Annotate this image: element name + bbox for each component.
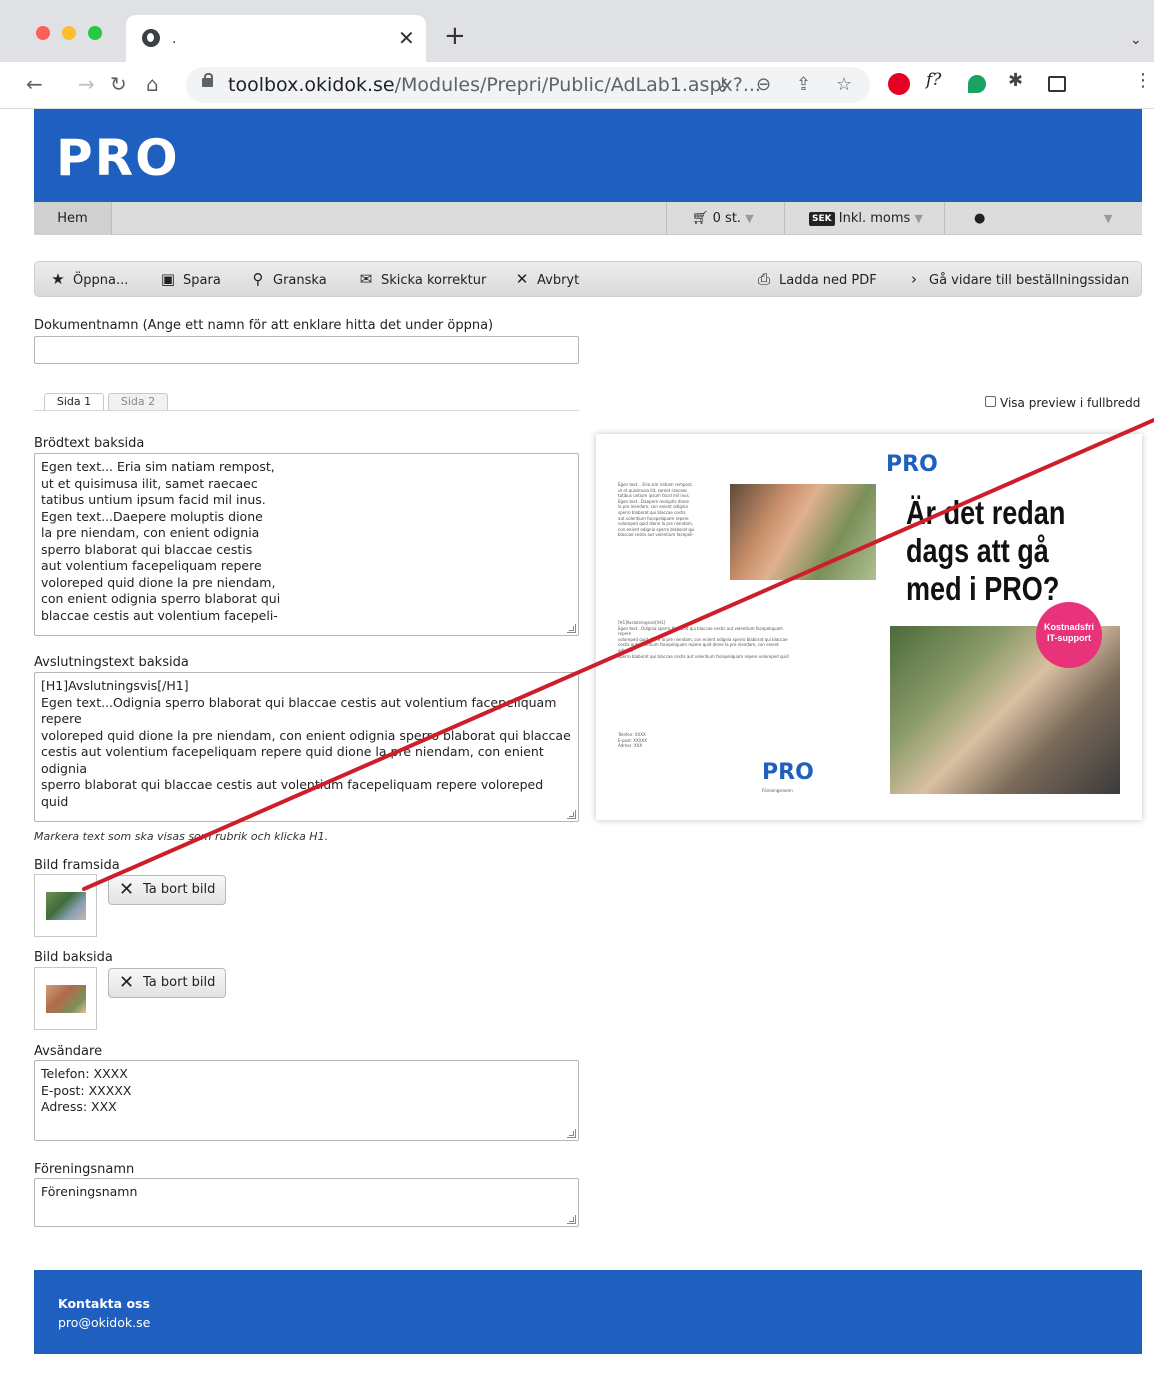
sidepanel-icon[interactable] bbox=[1048, 76, 1066, 92]
tab-page-2[interactable]: Sida 2 bbox=[108, 393, 168, 411]
site-header: PRO bbox=[34, 109, 1142, 202]
back-image-label: Bild baksida bbox=[34, 950, 113, 965]
magnifier-icon: ⚲ bbox=[252, 270, 264, 288]
url-text: toolbox.okidok.se/Modules/Prepri/Public/… bbox=[228, 74, 761, 96]
close-icon: ✕ bbox=[119, 879, 135, 900]
user-icon: ● bbox=[974, 211, 986, 226]
back-image-thumbnail[interactable] bbox=[34, 967, 97, 1030]
user-menu[interactable]: ● ▼ bbox=[974, 202, 1114, 235]
sender-label: Avsändare bbox=[34, 1044, 103, 1059]
share-icon[interactable]: ⇪ bbox=[796, 74, 811, 95]
pdf-icon: ⎙ bbox=[757, 270, 770, 288]
extensions-puzzle-icon[interactable]: ✱ bbox=[1008, 70, 1030, 92]
currency-badge: SEK bbox=[809, 212, 835, 226]
front-image-label: Bild framsida bbox=[34, 858, 120, 873]
resize-handle[interactable] bbox=[567, 810, 576, 819]
pinterest-icon[interactable] bbox=[888, 73, 910, 95]
preview-logo-bottom: PRO bbox=[762, 760, 814, 785]
key-icon[interactable]: ⚷ bbox=[716, 74, 729, 95]
body-text-area[interactable]: Egen text... Eria sim natiam rempost, ut… bbox=[34, 453, 579, 636]
new-tab-button[interactable]: + bbox=[444, 23, 466, 49]
doc-name-input[interactable] bbox=[34, 336, 579, 364]
go-to-order-button[interactable]: › Gå vidare till beställningssidan bbox=[905, 262, 1129, 296]
preview-back-photo bbox=[730, 484, 876, 580]
preview-sender-text: Telefon: XXXX E-post: XXXXX Adress: XXX bbox=[618, 732, 647, 749]
address-bar[interactable]: toolbox.okidok.se/Modules/Prepri/Public/… bbox=[186, 67, 870, 103]
pro-logo[interactable]: PRO bbox=[56, 129, 180, 187]
back-icon[interactable]: ← bbox=[26, 72, 43, 96]
action-bar: ★ Öppna... ▣ Spara ⚲ Granska ✉ Skicka korrek… bbox=[34, 261, 1142, 297]
sender-text-area[interactable]: Telefon: XXXX E-post: XXXXX Adress: XXX bbox=[34, 1060, 579, 1141]
globe-icon bbox=[142, 29, 160, 47]
site-footer: Kontakta oss pro@okidok.se bbox=[34, 1270, 1142, 1354]
window-close-button[interactable] bbox=[36, 26, 50, 40]
window-minimize-button[interactable] bbox=[62, 26, 76, 40]
star-icon: ★ bbox=[51, 270, 65, 288]
lock-icon bbox=[202, 73, 213, 87]
front-image-photo bbox=[46, 892, 86, 920]
reload-icon[interactable]: ↻ bbox=[110, 72, 127, 96]
preview-fullwidth-checkbox[interactable] bbox=[985, 396, 996, 407]
download-pdf-button[interactable]: ⎙ Ladda ned PDF bbox=[755, 262, 877, 296]
footer-heading: Kontakta oss bbox=[58, 1296, 150, 1311]
floppy-icon: ▣ bbox=[160, 270, 176, 288]
resize-handle[interactable] bbox=[567, 1215, 576, 1224]
close-icon[interactable]: ✕ bbox=[398, 26, 415, 50]
envelope-icon: ✉ bbox=[359, 270, 373, 288]
resize-handle[interactable] bbox=[567, 1129, 576, 1138]
preview-logo-top: PRO bbox=[886, 452, 938, 477]
doc-name-label: Dokumentnamn (Ange ett namn för att enkl… bbox=[34, 318, 494, 333]
h1-hint: Markera text som ska visas som rubrik oc… bbox=[34, 830, 329, 843]
review-button[interactable]: ⚲ Granska bbox=[249, 262, 327, 296]
front-image-thumbnail[interactable] bbox=[34, 874, 97, 937]
menu-home[interactable]: Hem bbox=[34, 202, 111, 235]
forward-icon[interactable]: → bbox=[78, 72, 95, 96]
cart-menu[interactable]: 🛒︎ 0 st. ▼ bbox=[692, 202, 754, 235]
main-menu: Hem 🛒︎ 0 st. ▼ SEK Inkl. moms ▼ ● ▼ bbox=[34, 202, 1142, 235]
remove-back-image-button[interactable]: ✕ Ta bort bild bbox=[108, 968, 226, 998]
browser-tab[interactable]: . ✕ bbox=[126, 15, 426, 62]
browser-tab-strip: . ✕ + ⌄ bbox=[0, 0, 1154, 62]
close-icon: ✕ bbox=[515, 270, 529, 288]
remove-front-image-button[interactable]: ✕ Ta bort bild bbox=[108, 875, 226, 905]
preview-headline: Är det redan dags att gå med i PRO? bbox=[906, 494, 1066, 607]
chevron-right-icon: › bbox=[911, 270, 917, 288]
send-proof-button[interactable]: ✉ Skicka korrektur bbox=[357, 262, 487, 296]
tab-page-1[interactable]: Sida 1 bbox=[44, 393, 104, 411]
dropdown-arrow-icon: ▼ bbox=[1104, 212, 1113, 225]
footer-email-link[interactable]: pro@okidok.se bbox=[58, 1315, 150, 1330]
kebab-menu-icon[interactable]: ⋮ bbox=[1134, 70, 1154, 92]
grammarly-icon[interactable] bbox=[968, 75, 986, 93]
print-preview: Egen text... Eria sim natiam rempost, ut… bbox=[596, 434, 1142, 820]
open-button[interactable]: ★ Öppna... bbox=[49, 262, 128, 296]
closing-text-area[interactable]: [H1]Avslutningsvis[/H1] Egen text...Odig… bbox=[34, 672, 579, 822]
preview-body-text: Egen text... Eria sim natiam rempost, ut… bbox=[618, 482, 695, 538]
bookmark-star-icon[interactable]: ☆ bbox=[836, 74, 852, 95]
closing-text-label: Avslutningstext baksida bbox=[34, 655, 189, 670]
close-icon: ✕ bbox=[119, 972, 135, 993]
cart-icon: 🛒︎ bbox=[692, 211, 709, 226]
formula-extension-icon[interactable]: f? bbox=[926, 70, 948, 92]
back-image-photo bbox=[46, 985, 86, 1013]
resize-handle[interactable] bbox=[567, 624, 576, 633]
preview-badge: Kostnadsfri IT-support bbox=[1036, 602, 1102, 668]
home-icon[interactable]: ⌂ bbox=[146, 72, 159, 96]
cancel-button[interactable]: ✕ Avbryt bbox=[513, 262, 580, 296]
preview-closing-text: [H1]Avslutningsvis[/H1] Egen text...Odig… bbox=[618, 620, 789, 659]
dropdown-arrow-icon: ▼ bbox=[745, 212, 754, 225]
zoom-icon[interactable]: ⊖ bbox=[756, 74, 771, 95]
association-text-area[interactable]: Föreningsnamn bbox=[34, 1178, 579, 1227]
body-text-label: Brödtext baksida bbox=[34, 436, 145, 451]
dropdown-arrow-icon: ▼ bbox=[914, 212, 923, 225]
window-zoom-button[interactable] bbox=[88, 26, 102, 40]
tab-title: . bbox=[172, 31, 177, 47]
preview-association: Föreningsnamn bbox=[762, 788, 793, 793]
preview-fullwidth-label: Visa preview i fullbredd bbox=[1000, 396, 1141, 410]
browser-toolbar: ← → ↻ ⌂ toolbox.okidok.se/Modules/Prepri… bbox=[0, 62, 1154, 109]
vat-menu[interactable]: SEK Inkl. moms ▼ bbox=[809, 202, 923, 235]
association-label: Föreningsnamn bbox=[34, 1162, 135, 1177]
chevron-down-icon[interactable]: ⌄ bbox=[1130, 32, 1142, 48]
save-button[interactable]: ▣ Spara bbox=[159, 262, 221, 296]
